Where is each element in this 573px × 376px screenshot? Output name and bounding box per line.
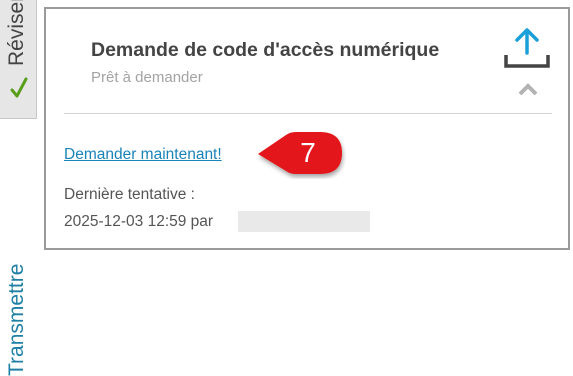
card-status: Prêt à demander: [91, 69, 203, 86]
tab-reviser-label: Réviser: [5, 0, 28, 66]
chevron-up-icon[interactable]: [518, 82, 538, 96]
tab-reviser[interactable]: Réviser: [0, 0, 37, 119]
tab-transmettre[interactable]: Transmettre: [0, 119, 36, 376]
redacted-user-name: [238, 211, 370, 232]
request-now-link[interactable]: Demander maintenant!: [64, 146, 222, 164]
card-title: Demande de code d'accès numérique: [91, 39, 440, 61]
access-code-request-card: Demande de code d'accès numérique Prêt à…: [44, 7, 570, 250]
side-tab-strip: Réviser Transmettre: [0, 0, 38, 376]
divider: [64, 113, 552, 114]
step-number: 7: [300, 137, 316, 168]
last-attempt-label: Dernière tentative :: [64, 186, 195, 203]
checkmark-icon: [10, 77, 28, 98]
upload-icon[interactable]: [502, 27, 552, 69]
tab-transmettre-label: Transmettre: [5, 263, 28, 376]
last-attempt-value: 2025-12-03 12:59 par: [64, 213, 214, 230]
